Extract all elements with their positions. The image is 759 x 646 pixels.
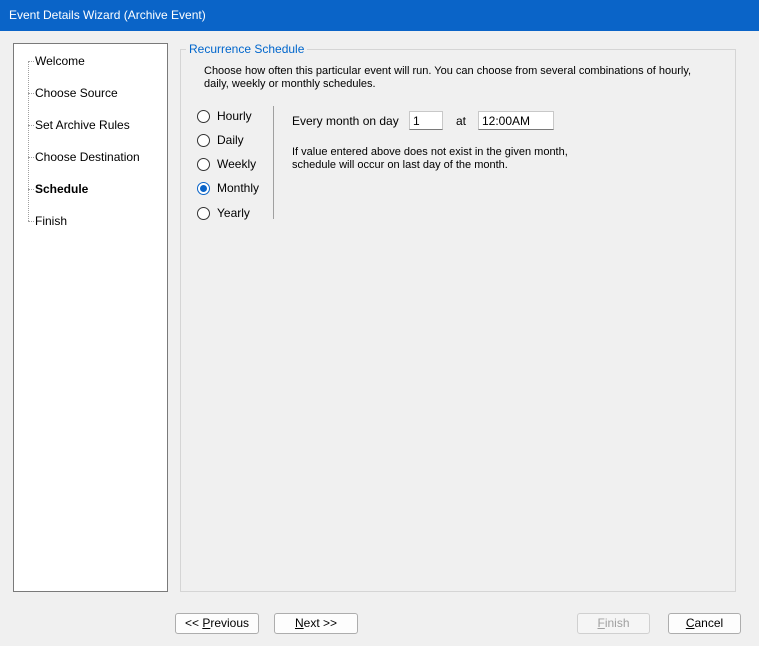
schedule-note-line2: schedule will occur on last day of the m… bbox=[292, 159, 508, 171]
radio-monthly-label: Monthly bbox=[217, 181, 260, 195]
radio-yearly[interactable]: Yearly bbox=[197, 205, 250, 221]
next-rest: ext >> bbox=[303, 616, 338, 630]
finish-button: Finish bbox=[577, 613, 650, 634]
finish-rest: inish bbox=[604, 616, 630, 630]
group-title: Recurrence Schedule bbox=[186, 42, 308, 56]
options-divider bbox=[273, 106, 274, 219]
step-welcome[interactable]: Welcome bbox=[35, 53, 85, 69]
previous-rest: revious bbox=[210, 616, 250, 630]
tree-connector-tick bbox=[28, 93, 34, 94]
finish-mnemonic: F bbox=[597, 616, 605, 630]
radio-hourly-label: Hourly bbox=[217, 109, 252, 123]
next-button[interactable]: Next >> bbox=[274, 613, 358, 634]
radio-daily-label: Daily bbox=[217, 133, 244, 147]
step-choose-source[interactable]: Choose Source bbox=[35, 85, 118, 101]
previous-prefix: << bbox=[184, 616, 203, 630]
every-month-day-label: Every month on day bbox=[292, 114, 399, 128]
step-set-archive-rules[interactable]: Set Archive Rules bbox=[35, 117, 130, 133]
tree-connector-line bbox=[28, 61, 29, 221]
previous-button[interactable]: << Previous bbox=[175, 613, 259, 634]
radio-monthly[interactable]: Monthly bbox=[197, 180, 259, 196]
schedule-description: Choose how often this particular event w… bbox=[204, 65, 692, 90]
tree-connector-tick bbox=[28, 189, 34, 190]
radio-circle[interactable] bbox=[197, 133, 210, 147]
radio-circle[interactable] bbox=[197, 206, 210, 220]
at-label: at bbox=[456, 114, 467, 128]
radio-circle[interactable] bbox=[197, 109, 210, 123]
day-of-month-input[interactable] bbox=[409, 111, 443, 130]
cancel-rest: ancel bbox=[694, 616, 724, 630]
radio-weekly-label: Weekly bbox=[217, 157, 257, 171]
step-schedule[interactable]: Schedule bbox=[35, 181, 88, 197]
tree-connector-tick bbox=[28, 157, 34, 158]
radio-yearly-label: Yearly bbox=[217, 206, 250, 220]
radio-circle-checked[interactable] bbox=[197, 181, 210, 195]
window-title: Event Details Wizard (Archive Event) bbox=[9, 8, 206, 22]
tree-connector-tick bbox=[28, 221, 34, 222]
schedule-note-line1: If value entered above does not exist in… bbox=[292, 146, 568, 158]
recurrence-schedule-group bbox=[180, 49, 736, 592]
time-input[interactable] bbox=[478, 111, 554, 130]
step-choose-destination[interactable]: Choose Destination bbox=[35, 149, 140, 165]
cancel-button[interactable]: Cancel bbox=[668, 613, 741, 634]
tree-connector-tick bbox=[28, 125, 34, 126]
step-finish[interactable]: Finish bbox=[35, 213, 67, 229]
window-title-bar[interactable]: Event Details Wizard (Archive Event) bbox=[0, 0, 759, 31]
radio-weekly[interactable]: Weekly bbox=[197, 156, 256, 172]
wizard-steps-tree: Welcome Choose Source Set Archive Rules … bbox=[13, 43, 168, 592]
radio-hourly[interactable]: Hourly bbox=[197, 108, 252, 124]
radio-daily[interactable]: Daily bbox=[197, 132, 244, 148]
next-mnemonic: N bbox=[294, 616, 304, 630]
schedule-note: If value entered above does not exist in… bbox=[292, 146, 582, 172]
tree-connector-tick bbox=[28, 61, 34, 62]
radio-circle[interactable] bbox=[197, 157, 210, 171]
